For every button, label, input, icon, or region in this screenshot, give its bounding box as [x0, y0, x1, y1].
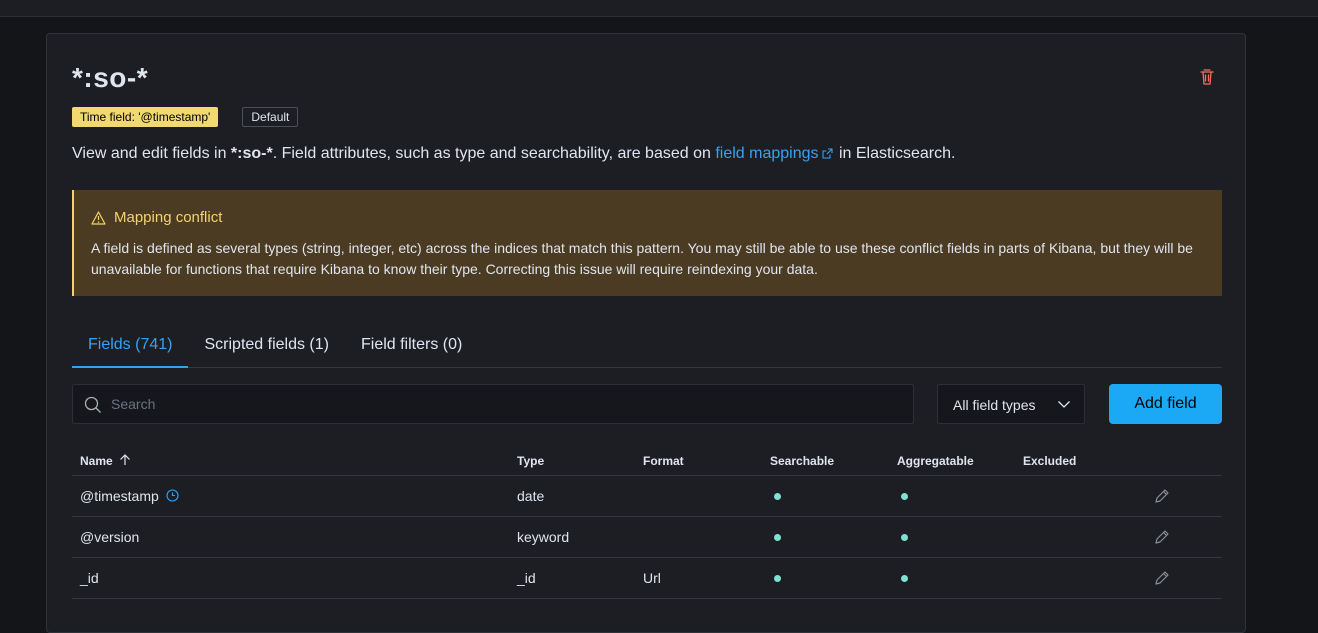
field-mappings-link-label: field mappings	[715, 145, 819, 162]
tab-scripted-fields[interactable]: Scripted fields (1)	[188, 324, 345, 368]
searchable-dot	[774, 575, 781, 582]
sort-ascending-icon	[120, 454, 130, 465]
search-field	[72, 384, 914, 424]
column-type-header[interactable]: Type	[517, 454, 544, 468]
field-name: @timestamp	[80, 488, 159, 504]
description-suffix: in Elasticsearch.	[834, 145, 956, 162]
field-name-cell: @timestamp	[80, 488, 179, 504]
trash-icon	[1200, 69, 1214, 85]
time-field-badge: Time field: '@timestamp'	[72, 107, 219, 127]
pencil-icon[interactable]	[1154, 570, 1170, 586]
index-pattern-panel: *:so-* Time field: '@timestamp' Default …	[46, 33, 1246, 633]
column-name-label: Name	[80, 454, 113, 468]
aggregatable-dot	[901, 575, 908, 582]
field-name-cell: _id	[80, 570, 99, 586]
delete-index-pattern-button[interactable]	[1199, 68, 1219, 90]
page-description: View and edit fields in *:so-*. Field at…	[72, 145, 955, 163]
add-field-button[interactable]: Add field	[1109, 384, 1222, 424]
description-prefix: View and edit fields in	[72, 145, 231, 162]
page-title: *:so-*	[72, 62, 149, 93]
table-row: @timestamp date	[72, 476, 1222, 517]
searchable-dot	[774, 534, 781, 541]
column-searchable-header[interactable]: Searchable	[770, 454, 834, 468]
column-excluded-header[interactable]: Excluded	[1023, 454, 1076, 468]
search-icon	[84, 396, 101, 413]
callout-title: Mapping conflict	[91, 209, 222, 226]
field-type-select[interactable]: All field types	[937, 384, 1085, 424]
field-name-cell: @version	[80, 529, 140, 545]
field-mappings-link[interactable]: field mappings	[715, 145, 834, 162]
table-row: _id _id Url	[72, 558, 1222, 599]
default-badge: Default	[242, 107, 299, 127]
description-pattern: *:so-*	[230, 145, 273, 162]
warning-icon	[91, 210, 106, 225]
aggregatable-dot	[901, 534, 908, 541]
tab-fields[interactable]: Fields (741)	[72, 324, 189, 368]
table-row: @version keyword	[72, 517, 1222, 558]
callout-body: A field is defined as several types (str…	[91, 240, 1193, 277]
field-tabs: Fields (741) Scripted fields (1) Field f…	[72, 324, 1222, 368]
field-type-select-value: All field types	[953, 397, 1036, 413]
aggregatable-dot	[901, 493, 908, 500]
description-middle: . Field attributes, such as type and sea…	[272, 145, 716, 162]
chevron-down-icon	[1058, 401, 1070, 408]
table-header: Name Type Format Searchable Aggregatable…	[72, 444, 1222, 476]
mapping-conflict-callout: Mapping conflict A field is defined as s…	[72, 190, 1222, 296]
field-type-cell: _id	[517, 570, 536, 586]
pencil-icon[interactable]	[1154, 529, 1170, 545]
top-header-bar	[0, 0, 1318, 17]
search-input[interactable]	[111, 385, 901, 423]
index-pattern-badges: Time field: '@timestamp' Default	[72, 107, 299, 127]
searchable-dot	[774, 493, 781, 500]
field-type-cell: keyword	[517, 529, 570, 545]
column-format-header[interactable]: Format	[643, 454, 684, 468]
column-aggregatable-header[interactable]: Aggregatable	[897, 454, 974, 468]
column-name-header[interactable]: Name	[80, 454, 131, 468]
callout-title-text: Mapping conflict	[114, 209, 223, 226]
fields-table: Name Type Format Searchable Aggregatable…	[72, 444, 1222, 599]
field-type-cell: date	[517, 488, 545, 504]
pencil-icon[interactable]	[1154, 488, 1170, 504]
external-link-icon	[821, 148, 833, 159]
field-format-cell: Url	[643, 570, 661, 586]
tab-field-filters[interactable]: Field filters (0)	[345, 324, 478, 368]
clock-icon	[166, 489, 179, 502]
